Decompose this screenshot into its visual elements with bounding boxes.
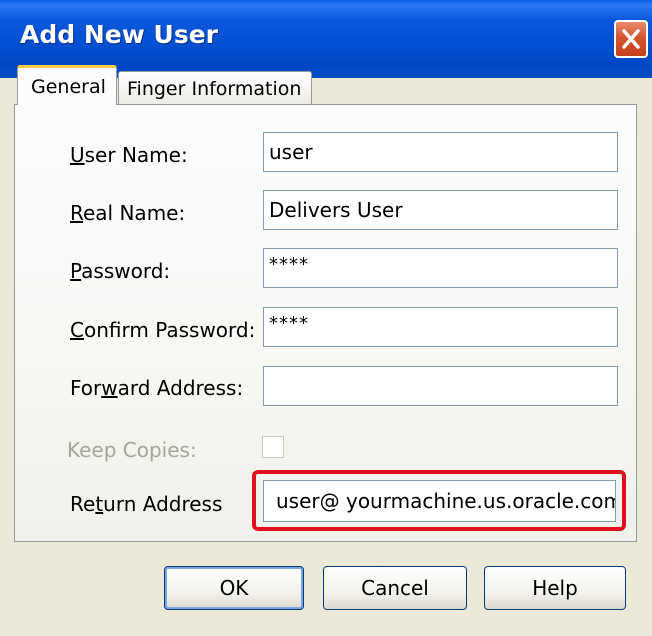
tab-finger-information[interactable]: Finger Information — [118, 71, 312, 104]
keep-copies-label: Keep Copies: — [67, 438, 197, 462]
cancel-button[interactable]: Cancel — [323, 566, 467, 610]
tab-general[interactable]: General — [17, 65, 117, 105]
user-name-field[interactable]: user — [263, 132, 618, 172]
window-title: Add New User — [20, 20, 218, 49]
password-label: Password: — [70, 259, 171, 283]
return-address-field[interactable]: user@ yourmachine.us.oracle.com — [263, 480, 616, 522]
user-name-label: User Name: — [70, 143, 188, 167]
ok-button[interactable]: OK — [164, 566, 304, 610]
add-new-user-dialog: Add New User General Finger Information … — [0, 0, 652, 636]
return-address-label: Return Address — [70, 492, 223, 516]
tab-general-label: General — [31, 76, 106, 98]
close-button[interactable] — [614, 20, 648, 58]
password-field[interactable]: **** — [263, 248, 618, 288]
help-button[interactable]: Help — [484, 566, 626, 610]
real-name-field[interactable]: Delivers User — [263, 190, 618, 230]
confirm-password-label: Confirm Password: — [70, 318, 256, 342]
forward-address-field[interactable] — [263, 366, 618, 406]
forward-address-label: Forward Address: — [70, 376, 244, 400]
real-name-label: Real Name: — [70, 201, 186, 225]
confirm-password-field[interactable]: **** — [263, 307, 618, 347]
tab-finger-information-label: Finger Information — [127, 78, 302, 100]
keep-copies-checkbox[interactable] — [262, 436, 284, 458]
